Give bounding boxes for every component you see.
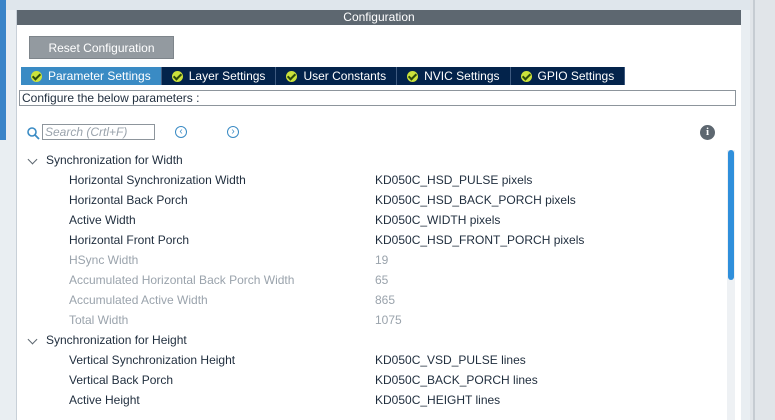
param-name: Vertical Synchronization Height — [69, 353, 236, 367]
group-title: Synchronization for Height — [46, 333, 187, 347]
check-circle-icon — [407, 70, 419, 82]
settings-tabs: Parameter Settings Layer Settings User C… — [21, 67, 626, 85]
check-circle-icon — [286, 70, 298, 82]
param-name: Active Height — [69, 393, 140, 407]
param-name: Horizontal Front Porch — [69, 233, 190, 247]
param-value[interactable]: KD050C_BACK_PORCH lines — [375, 370, 538, 390]
tab-nvic-settings[interactable]: NVIC Settings — [397, 67, 511, 85]
tab-label: GPIO Settings — [537, 69, 615, 83]
window-top-strip — [0, 0, 775, 10]
tab-parameter-settings[interactable]: Parameter Settings — [21, 67, 162, 85]
configure-hint: Configure the below parameters : — [19, 90, 736, 106]
param-value: 65 — [375, 273, 389, 287]
param-value[interactable]: KD050C_VSD_PULSE lines — [375, 350, 526, 370]
chevron-down-icon — [27, 334, 38, 345]
param-value[interactable]: KD050C_HEIGHT lines — [375, 390, 500, 410]
right-gutter — [750, 0, 775, 420]
tab-label: Parameter Settings — [48, 69, 151, 83]
right-gutter-divider — [753, 0, 755, 420]
param-value: 865 — [375, 293, 396, 307]
check-circle-icon — [171, 70, 183, 82]
param-name: HSync Width — [69, 253, 139, 267]
param-value: 1075 — [375, 313, 402, 327]
previous-result-icon[interactable]: ‹ — [175, 126, 187, 138]
param-name: Accumulated Active Width — [69, 293, 208, 307]
tab-label: Layer Settings — [188, 69, 266, 83]
left-accent-bar — [0, 0, 6, 140]
param-name: Accumulated Horizontal Back Porch Width — [69, 273, 295, 287]
group-synchronization-width[interactable]: Synchronization for Width — [25, 150, 183, 170]
group-title: Synchronization for Width — [46, 153, 183, 167]
param-value[interactable]: KD050C_HSD_BACK_PORCH pixels — [375, 190, 576, 210]
param-value[interactable]: KD050C_HSD_FRONT_PORCH pixels — [375, 230, 584, 250]
param-value: 19 — [375, 253, 389, 267]
panel-title: Configuration — [17, 10, 741, 25]
param-value[interactable]: KD050C_HSD_PULSE pixels — [375, 170, 532, 190]
vertical-scrollbar[interactable] — [727, 150, 735, 420]
param-name: Horizontal Back Porch — [69, 193, 188, 207]
search-input[interactable] — [42, 124, 155, 140]
next-result-icon[interactable]: › — [227, 126, 239, 138]
check-circle-icon — [31, 70, 42, 82]
info-icon[interactable]: i — [700, 125, 715, 140]
tab-user-constants[interactable]: User Constants — [276, 67, 398, 85]
param-name: Horizontal Synchronization Width — [69, 173, 246, 187]
tab-label: User Constants — [303, 69, 387, 83]
group-synchronization-height[interactable]: Synchronization for Height — [25, 330, 187, 350]
search-icon[interactable] — [26, 126, 40, 140]
scrollbar-thumb[interactable] — [728, 150, 734, 280]
configuration-panel: Configuration Reset Configuration Parame… — [16, 10, 741, 420]
reset-configuration-button[interactable]: Reset Configuration — [29, 36, 174, 59]
param-name: Total Width — [69, 313, 129, 327]
tab-label: NVIC Settings — [424, 69, 500, 83]
param-name: Active Width — [69, 213, 136, 227]
check-circle-icon — [520, 70, 532, 82]
tab-layer-settings[interactable]: Layer Settings — [161, 67, 277, 85]
param-name: Vertical Back Porch — [69, 373, 174, 387]
tab-gpio-settings[interactable]: GPIO Settings — [510, 67, 626, 85]
param-value[interactable]: KD050C_WIDTH pixels — [375, 210, 500, 230]
chevron-down-icon — [27, 154, 38, 165]
